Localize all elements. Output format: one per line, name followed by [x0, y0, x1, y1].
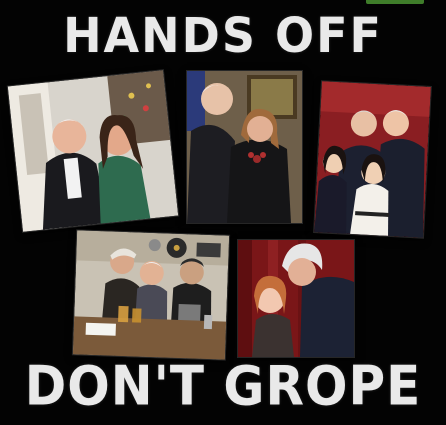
headline-bottom: DON'T GROPE	[24, 354, 422, 418]
headline-top: HANDS OFF	[63, 6, 383, 64]
photo-couple-christmas	[7, 70, 179, 232]
photo-diner-table	[72, 230, 230, 360]
photo-girl-red-curtain	[238, 240, 354, 357]
photo-woman-black-dress	[187, 71, 302, 223]
corner-accent-mark	[366, 0, 424, 4]
photo-children-group	[314, 81, 431, 238]
